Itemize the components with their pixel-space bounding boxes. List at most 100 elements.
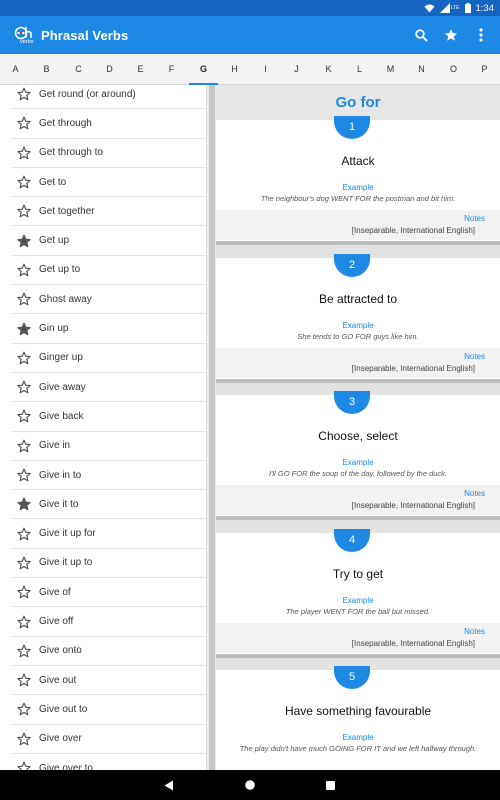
- star-outline-icon[interactable]: [17, 175, 31, 189]
- verb-list-item[interactable]: Give it up to: [12, 549, 206, 579]
- verb-label: Get up: [39, 235, 70, 247]
- verb-list-item[interactable]: Give over to: [12, 754, 206, 770]
- list-scrollbar-thumb[interactable]: [209, 85, 215, 770]
- star-outline-icon[interactable]: [17, 292, 31, 306]
- star-outline-icon[interactable]: [17, 761, 31, 770]
- verb-list-item[interactable]: Get up: [12, 227, 206, 256]
- recents-icon: [325, 780, 335, 790]
- verb-list-item[interactable]: Give in to: [12, 461, 206, 491]
- alphabet-tab-g[interactable]: G: [188, 54, 219, 85]
- notes-text: [Inseparable, International English]: [351, 501, 475, 510]
- verb-list-item[interactable]: Get up to: [12, 256, 206, 286]
- alphabet-tab-h[interactable]: H: [219, 54, 250, 85]
- notes-label: Notes: [464, 214, 485, 223]
- alphabet-tab-b[interactable]: B: [31, 54, 62, 85]
- alphabet-tab-f[interactable]: F: [156, 54, 187, 85]
- star-icon: [444, 29, 458, 41]
- verb-label: Give it to: [39, 498, 79, 510]
- star-outline-icon[interactable]: [17, 263, 31, 277]
- verb-list-item[interactable]: Give in: [12, 432, 206, 461]
- alphabet-tab-a[interactable]: A: [0, 54, 31, 85]
- alphabet-tab-d[interactable]: D: [94, 54, 125, 85]
- star-outline-icon[interactable]: [17, 585, 31, 599]
- verb-label: Give in: [39, 440, 71, 452]
- verb-label: Give off: [39, 616, 74, 628]
- example-label: Example: [342, 595, 374, 605]
- list-scrollbar[interactable]: [206, 85, 216, 770]
- verb-list-item[interactable]: Give onto: [12, 637, 206, 666]
- home-icon: [245, 780, 255, 790]
- back-button[interactable]: [154, 770, 184, 800]
- meaning-number-badge: 1: [334, 116, 370, 139]
- recents-button[interactable]: [315, 770, 345, 800]
- alphabet-tab-m[interactable]: M: [375, 54, 406, 85]
- verb-list-item[interactable]: Gin up: [12, 314, 206, 344]
- verb-list-item[interactable]: Get through to: [12, 139, 206, 168]
- meaning-card: 4 Try to get Example The player WENT FOR th…: [216, 528, 500, 658]
- search-button[interactable]: [406, 20, 436, 50]
- verb-list-item[interactable]: Get round (or around): [12, 85, 206, 110]
- star-outline-icon[interactable]: [17, 615, 31, 629]
- star-outline-icon[interactable]: [17, 204, 31, 218]
- verb-list-item[interactable]: Give out: [12, 666, 206, 696]
- verb-list-item[interactable]: Give it to: [12, 490, 206, 520]
- alphabet-tab-n[interactable]: N: [406, 54, 437, 85]
- alphabet-tab-i[interactable]: I: [250, 54, 281, 85]
- verb-list-item[interactable]: Get through: [12, 109, 206, 139]
- verb-list-item[interactable]: Get together: [12, 197, 206, 227]
- example-text: The play didn't have much GOING FOR IT a…: [239, 744, 477, 753]
- more-options-button[interactable]: [466, 20, 496, 50]
- verb-list-item[interactable]: Ghost away: [12, 285, 206, 315]
- verb-list-item[interactable]: Give of: [12, 578, 206, 608]
- verb-label: Give out to: [39, 703, 88, 715]
- alphabet-tab-bar: ABCDEFGHIJKLMNOP: [0, 54, 500, 85]
- verb-label: Give onto: [39, 645, 82, 657]
- star-outline-icon[interactable]: [17, 116, 31, 130]
- alphabet-tab-e[interactable]: E: [125, 54, 156, 85]
- meaning-number-badge: 5: [334, 666, 370, 689]
- star-outline-icon[interactable]: [17, 673, 31, 687]
- verb-list-item[interactable]: Give off: [12, 607, 206, 637]
- meaning-text: Choose, select: [318, 429, 398, 443]
- star-outline-icon[interactable]: [17, 702, 31, 716]
- alphabet-tab-p[interactable]: P: [469, 54, 500, 85]
- meaning-card: 3 Choose, select Example I'll GO FOR the so…: [216, 391, 500, 520]
- search-icon: [414, 28, 428, 42]
- alphabet-tab-j[interactable]: J: [281, 54, 312, 85]
- verb-list-item[interactable]: Give it up for: [12, 520, 206, 549]
- example-text: She tends to GO FOR guys like him.: [297, 331, 419, 341]
- home-button[interactable]: [235, 770, 265, 800]
- verb-list-item[interactable]: Give out to: [12, 695, 206, 725]
- verb-label: Get to: [39, 176, 67, 188]
- star-outline-icon[interactable]: [17, 732, 31, 746]
- meaning-text: Attack: [341, 154, 375, 168]
- verb-list-item[interactable]: Give over: [12, 725, 206, 754]
- verb-label: Give back: [39, 410, 84, 422]
- star-outline-icon[interactable]: [17, 439, 31, 453]
- alphabet-tab-c[interactable]: C: [63, 54, 94, 85]
- star-filled-icon[interactable]: [17, 322, 31, 336]
- star-outline-icon[interactable]: [17, 351, 31, 365]
- notes-section: Notes [Inseparable, International English…: [216, 347, 500, 378]
- verb-list-item[interactable]: Get to: [12, 168, 206, 198]
- verb-list-item[interactable]: Give away: [12, 373, 206, 403]
- alphabet-tab-o[interactable]: O: [438, 54, 469, 85]
- verb-list-item[interactable]: Give back: [12, 402, 206, 432]
- star-outline-icon[interactable]: [17, 409, 31, 423]
- star-outline-icon[interactable]: [17, 380, 31, 394]
- alphabet-tab-k[interactable]: K: [313, 54, 344, 85]
- star-filled-icon[interactable]: [17, 497, 31, 511]
- verb-label: Give away: [39, 381, 86, 393]
- star-outline-icon[interactable]: [17, 468, 31, 482]
- favorites-button[interactable]: [436, 20, 466, 50]
- notes-text: [Inseparable, International English]: [351, 226, 475, 235]
- star-outline-icon[interactable]: [17, 87, 31, 101]
- star-outline-icon[interactable]: [17, 556, 31, 570]
- verb-list-item[interactable]: Ginger up: [12, 344, 206, 373]
- alphabet-tab-l[interactable]: L: [344, 54, 375, 85]
- star-outline-icon[interactable]: [17, 527, 31, 541]
- verb-label: Get round (or around): [39, 88, 136, 100]
- star-outline-icon[interactable]: [17, 644, 31, 658]
- star-filled-icon[interactable]: [17, 234, 31, 248]
- star-outline-icon[interactable]: [17, 146, 31, 160]
